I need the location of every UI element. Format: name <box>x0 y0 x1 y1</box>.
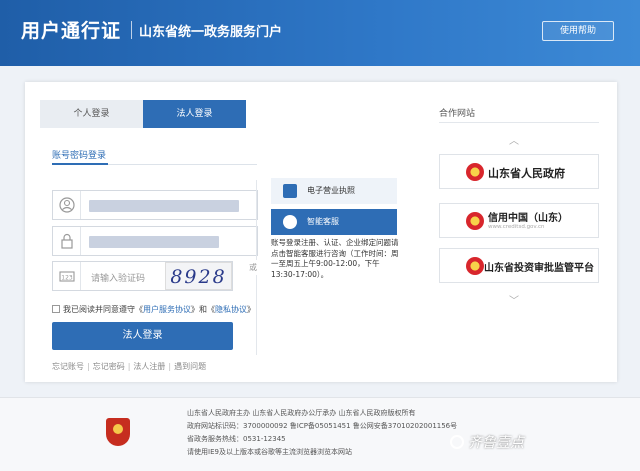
forgot-password-link[interactable]: 忘记密码 <box>93 362 125 371</box>
service-description: 账号登录注册、认证、企业绑定问题请点击智能客服进行咨询（工作时间：周一至周五上午… <box>271 238 399 279</box>
agree-suffix: 》 <box>247 305 255 314</box>
page-footer: 山东省人民政府主办 山东省人民政府办公厅承办 山东省人民政府版权所有 政府网站标… <box>0 397 640 471</box>
footer-line: 省政务服务热线：0531-12345 <box>187 435 286 443</box>
account-value-redacted <box>89 200 239 212</box>
smart-service-label: 智能客服 <box>307 217 339 226</box>
portal-subtitle: 山东省统一政务服务门户 <box>139 25 283 40</box>
service-agreement-link[interactable]: 用户服务协议 <box>143 305 191 314</box>
watermark-text: 齐鲁壹点 <box>468 435 524 451</box>
password-field[interactable] <box>52 226 258 256</box>
lock-icon <box>53 227 81 255</box>
help-links: 忘记账号 | 忘记密码 | 法人注册 | 遇到问题 <box>52 362 207 371</box>
partner-credit-china[interactable]: 信用中国（山东） www.creditsd.gov.cn <box>439 203 599 238</box>
tab-legal-login[interactable]: 法人登录 <box>143 100 246 128</box>
forgot-account-link[interactable]: 忘记账号 <box>52 362 84 371</box>
agree-prefix: 我已阅读并同意遵守《 <box>63 305 143 314</box>
watermark: 齐鲁壹点 <box>450 432 524 452</box>
business-license-login[interactable]: 电子营业执照 <box>271 178 397 204</box>
national-emblem-icon <box>466 257 484 275</box>
captcha-icon: 123 <box>53 262 81 290</box>
top-banner: 用户通行证 山东省统一政务服务门户 使用帮助 <box>0 0 640 66</box>
captcha-placeholder: 请输入验证码 <box>91 274 146 284</box>
or-separator: 或 <box>249 260 257 275</box>
legal-login-button[interactable]: 法人登录 <box>52 322 233 350</box>
captcha-image[interactable]: 8928 <box>165 262 232 290</box>
agree-checkbox[interactable] <box>52 305 60 313</box>
partner-name: 山东省人民政府 <box>488 167 565 180</box>
license-icon <box>283 184 297 198</box>
footer-line: 请使用IE9及以上版本或谷歌等主流浏览器浏览本网站 <box>187 448 352 456</box>
agreement-row: 我已阅读并同意遵守《用户服务协议》和《隐私协议》 <box>52 304 255 315</box>
login-card: 个人登录 法人登录 账号密码登录 123 请输入验证码 8928 我已阅读并同意… <box>25 82 617 382</box>
national-emblem-icon <box>466 163 484 181</box>
partner-name: 信用中国（山东） <box>488 213 568 224</box>
method-active-underline <box>52 163 108 165</box>
agree-mid: 》和《 <box>191 305 215 314</box>
partner-divider <box>439 122 599 123</box>
brand-title: 用户通行证 <box>21 20 122 42</box>
footer-line: 山东省人民政府主办 山东省人民政府办公厅承办 山东省人民政府版权所有 <box>187 409 416 417</box>
footer-logo-icon <box>106 418 130 446</box>
watermark-logo-icon <box>450 435 464 449</box>
password-value-redacted <box>89 236 219 248</box>
partner-shandong-gov[interactable]: 山东省人民政府 <box>439 154 599 189</box>
tab-personal-login[interactable]: 个人登录 <box>40 100 143 128</box>
footer-info: 山东省人民政府主办 山东省人民政府办公厅承办 山东省人民政府版权所有 政府网站标… <box>187 407 457 459</box>
help-button[interactable]: 使用帮助 <box>542 21 614 41</box>
footer-line: 政府网站标识码：3700000092 鲁ICP备05051451 鲁公网安备37… <box>187 422 458 430</box>
smart-service-button[interactable]: 智能客服 <box>271 209 397 235</box>
partner-url: www.creditsd.gov.cn <box>488 224 545 230</box>
chat-icon <box>283 215 297 229</box>
business-license-label: 电子营业执照 <box>307 186 355 195</box>
account-field[interactable] <box>52 190 258 220</box>
legal-register-link[interactable]: 法人注册 <box>133 362 165 371</box>
user-icon <box>53 191 81 219</box>
partner-sites-title: 合作网站 <box>439 109 476 119</box>
brand-divider <box>131 21 132 39</box>
partner-name: 山东省投资审批监管平台 <box>484 263 594 274</box>
svg-text:123: 123 <box>61 275 73 282</box>
privacy-agreement-link[interactable]: 隐私协议 <box>215 305 247 314</box>
login-method-title[interactable]: 账号密码登录 <box>52 148 106 161</box>
chevron-down-icon[interactable]: ﹀ <box>509 292 519 307</box>
national-emblem-icon <box>466 212 484 230</box>
partner-investment-platform[interactable]: 山东省投资审批监管平台 <box>439 248 599 283</box>
problem-link[interactable]: 遇到问题 <box>174 362 206 371</box>
chevron-up-icon[interactable]: ︿ <box>509 132 519 147</box>
